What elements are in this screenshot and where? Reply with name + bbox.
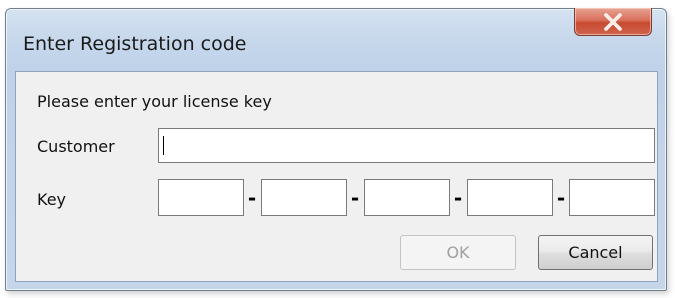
- key-separator: -: [556, 186, 566, 210]
- instruction-text: Please enter your license key: [37, 92, 272, 111]
- cancel-button[interactable]: Cancel: [538, 235, 653, 270]
- key-separator: -: [453, 186, 463, 210]
- key-segment-4[interactable]: [467, 179, 553, 216]
- dialog-body: Please enter your license key Customer K…: [15, 71, 658, 282]
- ok-button[interactable]: OK: [400, 235, 516, 270]
- text-caret: [163, 136, 164, 155]
- title-bar[interactable]: Enter Registration code: [6, 8, 666, 71]
- customer-label: Customer: [37, 137, 115, 156]
- customer-input[interactable]: [158, 128, 655, 163]
- key-separator: -: [350, 186, 360, 210]
- close-button[interactable]: [574, 8, 652, 36]
- key-separator: -: [247, 186, 257, 210]
- close-icon: [603, 12, 623, 31]
- key-segment-5[interactable]: [569, 179, 655, 216]
- key-segment-3[interactable]: [364, 179, 450, 216]
- key-segment-1[interactable]: [158, 179, 244, 216]
- dialog-title: Enter Registration code: [23, 33, 247, 55]
- key-label: Key: [37, 190, 67, 209]
- key-segment-2[interactable]: [261, 179, 347, 216]
- registration-dialog: Enter Registration code Please enter you…: [5, 8, 667, 291]
